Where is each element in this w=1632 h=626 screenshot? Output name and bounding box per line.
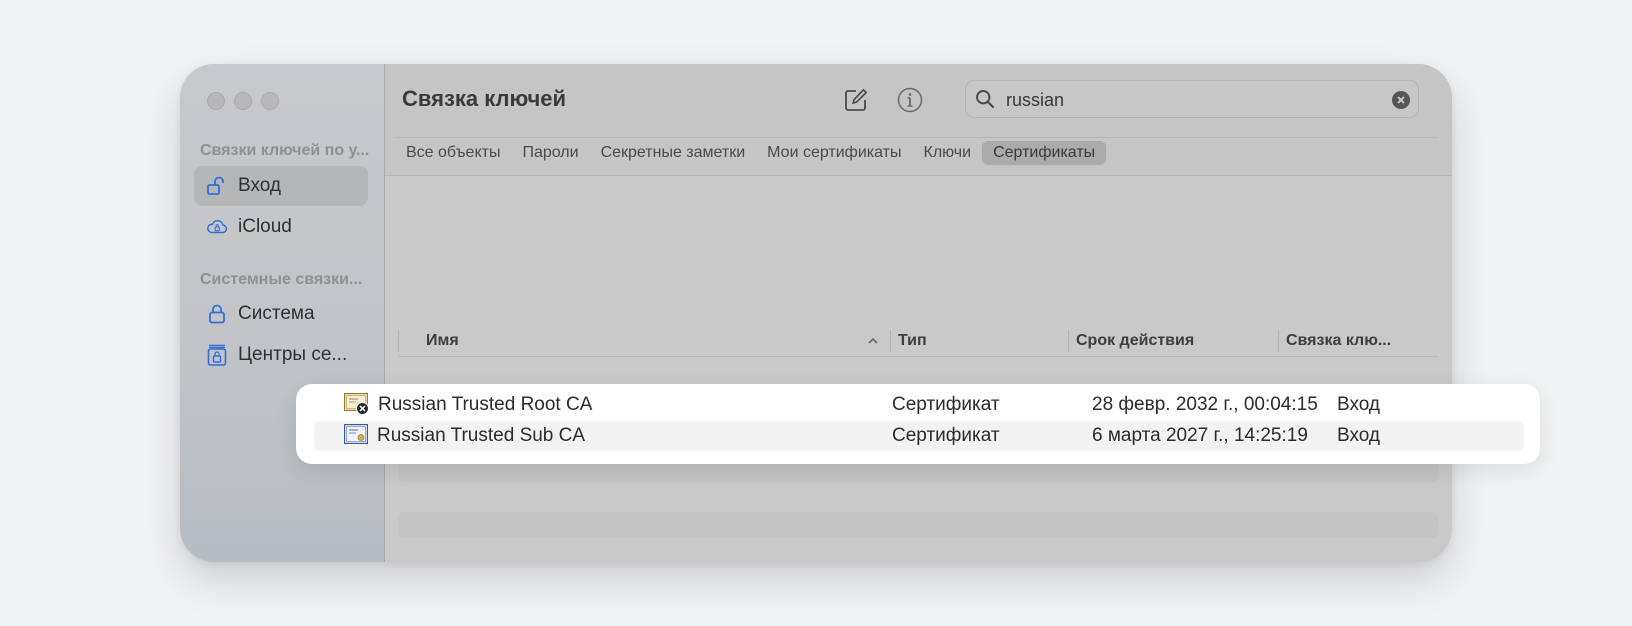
minimize-button[interactable] (234, 92, 252, 110)
table-row[interactable]: Russian Trusted Root CA Сертификат 28 фе… (314, 390, 1524, 420)
column-separator (1068, 330, 1069, 352)
cell-type: Сертификат (892, 425, 1000, 446)
sidebar-section-default-keychains: Связки ключей по у... (200, 142, 370, 159)
info-icon[interactable] (895, 85, 925, 115)
cell-type: Сертификат (892, 394, 1000, 415)
compose-icon[interactable] (841, 85, 871, 115)
cell-name: Russian Trusted Sub CA (377, 425, 586, 446)
clear-icon[interactable] (1392, 91, 1410, 109)
category-tabs: Все объекты Пароли Секретные заметки Мои… (395, 140, 1107, 166)
tab-all-items[interactable]: Все объекты (395, 141, 511, 165)
column-header-name[interactable]: Имя (426, 326, 459, 356)
cell-keychain: Вход (1337, 394, 1380, 415)
tab-keys[interactable]: Ключи (913, 141, 983, 165)
empty-row (398, 512, 1438, 538)
unlock-icon (206, 175, 228, 197)
lock-icon (206, 303, 228, 325)
sidebar-item-label: Центры се... (238, 344, 348, 365)
table-row[interactable]: Russian Trusted Sub CA Сертификат 6 март… (314, 421, 1524, 451)
sidebar-item-label: Система (238, 303, 315, 324)
window-controls (207, 92, 279, 110)
sidebar-item-icloud[interactable]: iCloud (194, 207, 368, 247)
toolbar-divider (395, 137, 1438, 138)
sidebar: Связки ключей по у... Вход iCloud Систем… (180, 64, 385, 562)
cloud-icon (206, 216, 228, 238)
sidebar-item-login[interactable]: Вход (194, 166, 368, 206)
sidebar-section-system-keychains: Системные связки... (200, 271, 363, 288)
main-pane: Связка ключей russian Все объекты Пароли… (385, 64, 1452, 562)
column-separator (1278, 330, 1279, 352)
zoom-button[interactable] (261, 92, 279, 110)
search-input[interactable] (1004, 87, 1378, 113)
cabinet-lock-icon (206, 344, 228, 366)
cell-expires: 28 февр. 2032 г., 00:04:15 (1092, 394, 1318, 415)
keychain-window: Связки ключей по у... Вход iCloud Систем… (180, 64, 1452, 562)
sidebar-item-label: iCloud (238, 216, 292, 237)
search-icon (975, 89, 995, 114)
column-header-type[interactable]: Тип (898, 326, 927, 356)
cell-name: Russian Trusted Root CA (378, 394, 593, 415)
column-header-expires[interactable]: Срок действия (1076, 326, 1194, 356)
column-header-keychain[interactable]: Связка клю... (1286, 326, 1391, 356)
certificate-icon (344, 424, 369, 445)
tab-passwords[interactable]: Пароли (511, 141, 589, 165)
cell-expires: 6 марта 2027 г., 14:25:19 (1092, 425, 1308, 446)
tab-certificates[interactable]: Сертификаты (982, 141, 1107, 165)
tab-my-certificates[interactable]: Мои сертификаты (756, 141, 912, 165)
toolbar: Связка ключей russian Все объекты Пароли… (385, 64, 1452, 176)
sort-ascending-icon[interactable] (867, 334, 879, 352)
sidebar-item-system[interactable]: Система (194, 294, 368, 334)
sidebar-item-system-roots[interactable]: Центры се... (194, 335, 368, 375)
close-button[interactable] (207, 92, 225, 110)
cell-keychain: Вход (1337, 425, 1380, 446)
sidebar-item-label: Вход (238, 175, 281, 196)
column-separator (890, 330, 891, 352)
highlighted-results: Russian Trusted Root CA Сертификат 28 фе… (296, 384, 1540, 464)
certificate-invalid-icon (344, 393, 369, 415)
tab-secure-notes[interactable]: Секретные заметки (590, 141, 757, 165)
window-title: Связка ключей (402, 86, 566, 111)
table-header: Имя Тип Срок действия Связка клю... (398, 326, 1438, 357)
column-separator (398, 330, 399, 352)
search-field[interactable] (965, 80, 1419, 118)
